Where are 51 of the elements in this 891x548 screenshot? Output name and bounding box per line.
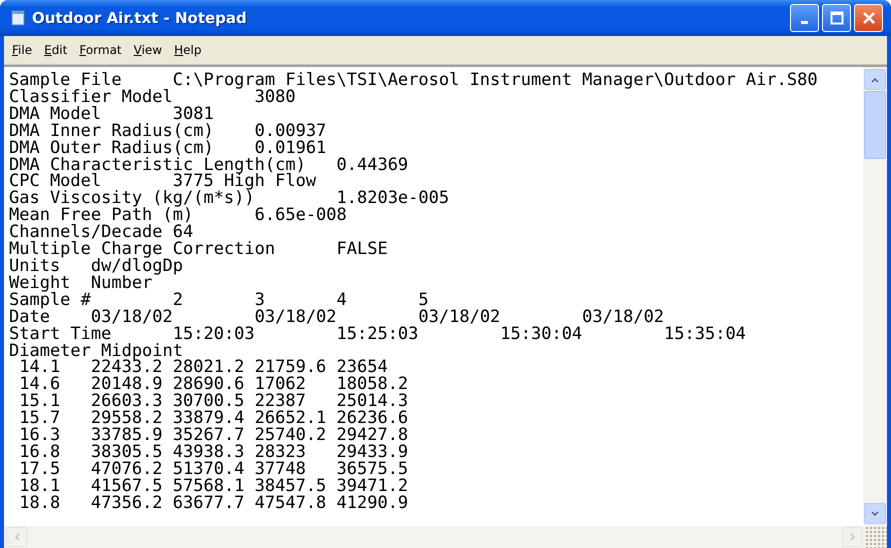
- close-button[interactable]: [854, 4, 883, 32]
- caret-left-icon: [14, 533, 20, 541]
- text-line: DMA Model 3081: [9, 106, 214, 123]
- caret-down-icon: [871, 510, 879, 516]
- text-line: 16.8 38305.5 43938.3 28323 29433.9: [18, 444, 408, 461]
- menu-item[interactable]: Edit: [38, 43, 74, 57]
- scroll-up-button[interactable]: [864, 69, 886, 90]
- text-line: 14.1 22433.2 28021.2 21759.6 23654: [18, 359, 388, 376]
- text-line: 18.1 41567.5 57568.1 38457.5 39471.2: [18, 478, 408, 495]
- text-line: DMA Inner Radius(cm) 0.00937: [9, 122, 326, 140]
- text-line: 14.6 20148.9 28690.6 17062 18058.2: [18, 376, 408, 394]
- maximize-button[interactable]: [822, 4, 851, 32]
- text-line: Multiple Charge Correction FALSE: [9, 241, 388, 258]
- text-line: Sample # 2 3 4 5: [9, 292, 429, 309]
- close-icon: [862, 11, 876, 25]
- text-line: Gas Viscosity (kg/(m*s)) 1.8203e-005: [9, 190, 450, 208]
- text-line: Channels/Decade 64: [9, 224, 194, 242]
- window-title: Outdoor Air.txt - Notepad: [32, 9, 248, 27]
- notepad-icon: [10, 10, 26, 26]
- text-line: Mean Free Path (m) 6.65e-008: [9, 207, 347, 224]
- scroll-right-button[interactable]: [842, 527, 863, 547]
- text-line: Units dw/dlogDp: [9, 258, 184, 275]
- vertical-scrollbar[interactable]: [863, 67, 887, 526]
- text-line: Start Time 15:20:03 15:25:03 15:30:04 15:35:04: [9, 326, 746, 342]
- minimize-icon: [801, 21, 808, 24]
- text-line: DMA Characteristic Length(cm) 0.44369: [9, 156, 408, 174]
- menu-item[interactable]: File: [6, 43, 38, 57]
- text-line: DMA Outer Radius(cm) 0.01961: [9, 140, 326, 157]
- text-line: 15.1 26603.3 30700.5 22387 25014.3: [18, 393, 408, 410]
- text-line: 18.8 47356.2 63677.7 47547.8 41290.9: [18, 494, 408, 512]
- caret-up-icon: [871, 76, 879, 82]
- text-line: Diameter Midpoint: [9, 342, 183, 360]
- menu-item[interactable]: Help: [168, 43, 208, 57]
- text-line: CPC Model 3775 High Flow: [9, 173, 316, 190]
- menu-item[interactable]: View: [128, 43, 168, 57]
- scroll-down-button[interactable]: [864, 503, 886, 524]
- text-line: 16.3 33785.9 35267.7 25740.2 29427.8: [18, 427, 408, 444]
- text-line: Weight Number: [9, 274, 152, 292]
- text-line: 17.5 47076.2 51370.4 37748 36575.5: [18, 460, 408, 478]
- text-line: Sample File C:\Program Files\TSI\Aerosol Instrument Manager\Outdoor Air.S80: [9, 72, 818, 89]
- menu-item[interactable]: Format: [73, 43, 128, 57]
- text-line: Classifier Model 3080: [9, 88, 296, 106]
- scroll-thumb[interactable]: [864, 91, 886, 159]
- text-line: 15.7 29558.2 33879.4 26652.1 26236.6: [18, 410, 408, 428]
- maximize-icon: [830, 11, 844, 25]
- caret-right-icon: [850, 533, 856, 541]
- resize-grip-icon[interactable]: [865, 526, 887, 548]
- text-line: Date 03/18/02 03/18/02 03/18/02 03/18/02: [9, 308, 664, 326]
- scroll-left-button[interactable]: [6, 527, 27, 547]
- minimize-button[interactable]: [790, 4, 819, 32]
- horizontal-scrollbar[interactable]: [4, 526, 865, 548]
